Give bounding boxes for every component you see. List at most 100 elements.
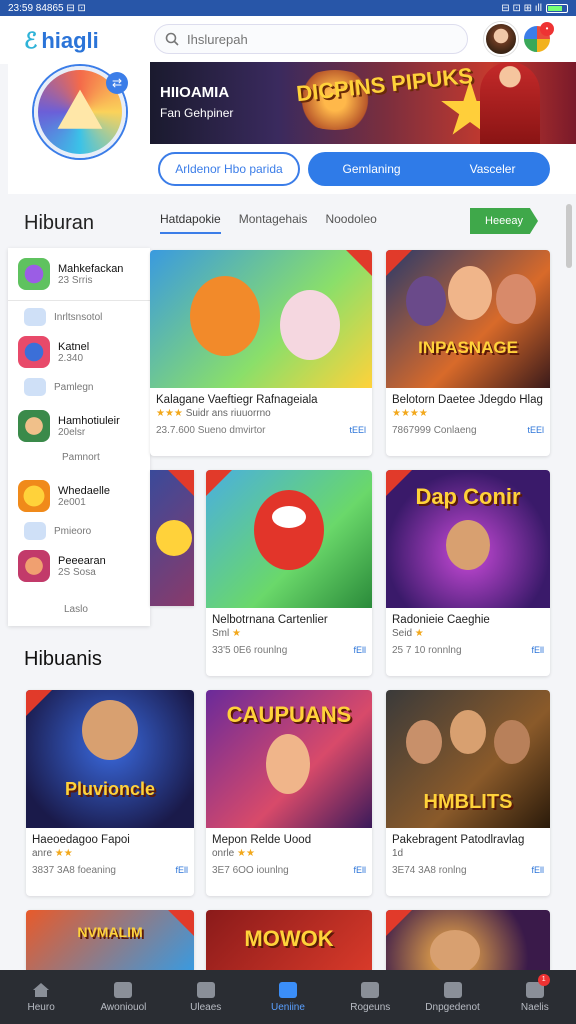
game-thumbnail: Dap Conir (386, 470, 550, 608)
divider (8, 300, 150, 301)
card-footer: 7867999 Conlaeng tEEl (392, 425, 544, 436)
card-rating: 1d (392, 848, 404, 859)
card-rating: ★★★ Suidr ans riuuorrno (156, 408, 271, 419)
card-footer: 25 7 10 ronnlng fEll (392, 645, 544, 656)
nav-item-2[interactable]: Awoniouol (82, 970, 164, 1024)
card-badge: fEll (353, 865, 366, 875)
game-card[interactable]: CAUPUANS Mepon Relde Uood onrle ★★ 3E7 6… (206, 690, 372, 896)
sidebar-item-label: Pmieoro (54, 525, 92, 537)
logo-icon: ℰ (24, 28, 38, 53)
sidebar-item[interactable]: Pamlegn (18, 378, 93, 396)
game-thumbnail (150, 470, 194, 606)
card-badge: fEll (353, 645, 366, 655)
sidebar-item[interactable]: Mahkefackan 23 Srris (18, 258, 123, 290)
card-rating: anre ★★ (32, 848, 73, 859)
sidebar-item[interactable]: Pmieoro (18, 522, 91, 540)
game-thumbnail (150, 250, 372, 388)
game-card-partial[interactable] (150, 470, 194, 606)
game-card[interactable]: MOWOK (206, 910, 372, 970)
game-card[interactable]: Kalagane Vaeftiegr Rafnageiala ★★★ Suidr… (150, 250, 372, 456)
category-sidebar: Mahkefackan 23 Srris Inrltsnsotol Katnel 2… (8, 248, 150, 626)
game-card[interactable]: Dap Conir Radonieie Caeghie Seid ★ 25 7 … (386, 470, 550, 676)
game-card[interactable]: INPASNAGE Belotorn Daetee Jdegdo Hlag ★★… (386, 250, 550, 456)
nav-label: Awoniouol (100, 1001, 147, 1013)
share-icon[interactable]: ⇄ (106, 72, 128, 94)
tab-3[interactable]: Noodoleo (325, 212, 376, 234)
nav-label: Uleaes (190, 1001, 222, 1013)
sidebar-item-title: Katnel (58, 340, 90, 353)
search-input[interactable] (187, 31, 437, 47)
sidebar-heading: Hiburan (24, 212, 95, 234)
sidebar-item-label: Laslo (64, 604, 88, 615)
banner-game-logo: DICPINS PIPUKS (295, 62, 475, 107)
nav-label: Ueniine (271, 1001, 305, 1013)
tab-2[interactable]: Montagehais (239, 212, 308, 234)
card-badge: fEll (531, 865, 544, 875)
sidebar-item[interactable]: Hamhotiuleir 20elsr (18, 410, 120, 442)
nav-item-3[interactable]: Uleaes (165, 970, 247, 1024)
corner-ribbon (386, 910, 412, 936)
people-icon (443, 981, 462, 998)
card-title: Mepon Relde Uood (212, 834, 312, 846)
pink-face-icon (18, 550, 50, 582)
scrollbar[interactable] (566, 204, 572, 268)
sidebar-item-title: Peeearan (58, 554, 106, 567)
corner-ribbon (346, 250, 372, 276)
app-logo[interactable]: ℰ hiagli (24, 28, 99, 54)
outline-action-button[interactable]: Arldenor Hbo parida (158, 152, 300, 186)
logo-text: hiagli (41, 28, 99, 53)
banner-title: HIIOAMIA (160, 84, 230, 101)
nav-item-notifications[interactable]: 1 Naelis (494, 970, 576, 1024)
nav-item-home[interactable]: Heuro (0, 970, 82, 1024)
promo-banner[interactable]: DICPINS PIPUKS HIIOAMIA Fan Gehpiner (150, 62, 576, 144)
featured-app-icon[interactable]: ⇄ (34, 66, 128, 158)
game-card[interactable]: HMBLITS Pakebragent Patodlravlag 1d 3E74… (386, 690, 550, 896)
smiley-icon (18, 480, 50, 512)
thumb-logo-text: Pluvioncle (64, 779, 156, 799)
sidebar-item[interactable]: Pamnort (62, 452, 100, 463)
apps-icon[interactable]: • (522, 22, 554, 54)
solid-left-label[interactable]: Gemlaning (343, 162, 401, 176)
sidebar-item[interactable]: Katnel 2.340 (18, 336, 89, 368)
sidebar-item[interactable]: Inrltsnsotol (18, 308, 102, 326)
thumb-logo-text: MOWOK (244, 926, 334, 951)
game-card[interactable]: NVMALIM (26, 910, 194, 970)
sidebar-item[interactable]: Laslo (64, 604, 88, 615)
thumb-logo-text: HMBLITS (423, 791, 513, 813)
nav-item-6[interactable]: Dnpgedenot (411, 970, 493, 1024)
card-title: Kalagane Vaeftiegr Rafnageiala (156, 394, 318, 406)
corner-ribbon (206, 470, 232, 496)
tab-action-button[interactable]: Heeeay (470, 208, 538, 234)
thumb-logo-text: Dap Conir (415, 484, 521, 509)
game-thumbnail (206, 470, 372, 608)
section-heading: Hibuanis (24, 648, 102, 670)
game-card[interactable] (386, 910, 550, 970)
card-title: Pakebragent Patodlravlag (392, 834, 525, 846)
apps-badge: • (540, 22, 554, 36)
game-thumbnail: HMBLITS (386, 690, 550, 828)
user-avatar[interactable] (484, 22, 518, 56)
card-footer: 33'5 0E6 rounlng fEll (212, 645, 366, 656)
game-thumbnail: CAUPUANS (206, 690, 372, 828)
card-footer: 3E7 6OO iounlng fEll (212, 865, 366, 876)
game-thumbnail: MOWOK (206, 910, 372, 970)
segmented-action-button[interactable]: Gemlaning Vasceler (308, 152, 550, 186)
nav-item-5[interactable]: Rogeuns (329, 970, 411, 1024)
sidebar-item[interactable]: Whedaelle 2e001 (18, 480, 110, 512)
corner-ribbon (26, 690, 52, 716)
nav-item-games[interactable]: Ueniine (247, 970, 329, 1024)
game-card[interactable]: Nelbotrnana Cartenlier Sml ★ 33'5 0E6 ro… (206, 470, 372, 676)
corner-ribbon (386, 250, 412, 276)
sidebar-item[interactable]: Peeearan 2S Sosa (18, 550, 106, 582)
search-bar[interactable] (154, 24, 468, 54)
card-footer: 3837 3A8 foeaning fEll (32, 865, 188, 876)
game-card[interactable]: Pluvioncle Haeoedagoo Fapoi anre ★★ 3837… (26, 690, 194, 896)
tab-1[interactable]: Hatdapokie (160, 212, 221, 234)
status-bar: 23:59 84865 ⊟ ⊡ ⊟ ⊡ ⊞ ıll (0, 0, 576, 16)
solid-right-label[interactable]: Vasceler (470, 162, 516, 176)
sidebar-item-title: Whedaelle (58, 484, 110, 497)
battery-icon (546, 3, 568, 13)
status-left: 23:59 84865 ⊟ ⊡ (8, 2, 86, 14)
status-icons: ⊟ ⊡ ⊞ ıll (501, 2, 542, 14)
card-badge: tEEl (349, 425, 366, 435)
